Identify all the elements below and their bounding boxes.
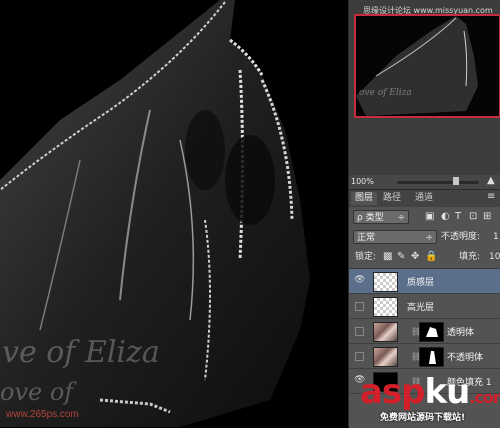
layer-row[interactable]: 👁 质感层 xyxy=(349,269,500,294)
filter-type-icon[interactable]: T xyxy=(455,210,461,224)
filter-shape-icon[interactable]: ⊡ xyxy=(469,210,477,224)
mask-shape xyxy=(429,351,436,364)
layer-row[interactable]: ⛓ 透明体 xyxy=(349,319,500,344)
panel-menu-icon[interactable]: ≡ xyxy=(487,190,495,204)
navigator-preview xyxy=(356,16,478,116)
opacity-value[interactable]: 1 xyxy=(493,230,499,244)
layer-mask-thumbnail[interactable] xyxy=(419,322,444,342)
watermark-brand: aspku.com xyxy=(360,372,500,412)
panel-tabs: 图层 路径 通道 ≡ xyxy=(349,189,500,207)
lock-label: 锁定: xyxy=(355,252,377,262)
watermark-brand-b: ku xyxy=(424,372,471,412)
layer-name[interactable]: 透明体 xyxy=(447,325,474,338)
blend-row: 正常 ÷ 不透明度: 1 xyxy=(349,227,500,247)
canvas-overlay-text-2: ove of xyxy=(0,378,74,406)
fill-value[interactable]: 10 xyxy=(489,250,500,264)
right-panel: 思缘设计论坛 www.missyuan.com ove of Eliza 100… xyxy=(348,0,500,428)
zoom-slider-thumb[interactable] xyxy=(453,177,459,185)
zoom-slider[interactable] xyxy=(397,181,479,184)
layer-name[interactable]: 高光层 xyxy=(407,300,434,313)
filter-kind-arrow: ÷ xyxy=(397,213,405,223)
filter-kind-select[interactable]: ρ 类型 ÷ xyxy=(353,210,409,224)
layer-mask-thumbnail[interactable] xyxy=(419,347,444,367)
opacity-label: 不透明度: xyxy=(441,232,481,242)
zoom-row: 100% ▲ xyxy=(349,175,500,189)
zoom-in-icon[interactable]: ▲ xyxy=(487,175,495,186)
blend-mode-arrow: ÷ xyxy=(425,233,433,243)
eye-icon[interactable]: 👁 xyxy=(354,275,365,286)
lock-position-icon[interactable]: ✥ xyxy=(411,250,419,264)
zoom-value[interactable]: 100% xyxy=(351,177,374,186)
layer-thumbnail xyxy=(373,297,398,317)
filter-smart-object-icon[interactable]: ⊞ xyxy=(483,210,491,224)
fill-label: 填充: xyxy=(459,252,481,262)
layer-row[interactable]: ⛓ 不透明体 xyxy=(349,344,500,369)
mask-shape xyxy=(426,327,438,337)
visibility-toggle[interactable] xyxy=(355,327,364,336)
navigator-panel: 思缘设计论坛 www.missyuan.com ove of Eliza xyxy=(349,0,500,175)
visibility-toggle[interactable] xyxy=(355,302,364,311)
watermark-brand-a: asp xyxy=(360,372,426,412)
canvas-overlay-text: ve of Eliza xyxy=(2,335,160,370)
filter-kind-label: ρ 类型 xyxy=(357,213,384,223)
watermark-brand-c: .com xyxy=(469,388,500,407)
layer-name[interactable]: 不透明体 xyxy=(447,350,483,363)
lock-transparent-icon[interactable]: ▩ xyxy=(383,250,392,264)
navigator-thumbnail[interactable]: ove of Eliza xyxy=(354,14,500,118)
navigator-thumb-text: ove of Eliza xyxy=(359,88,412,98)
lock-all-icon[interactable]: 🔒 xyxy=(425,250,437,264)
filter-adjustment-icon[interactable]: ◐ xyxy=(441,210,450,224)
blend-mode-value: 正常 xyxy=(357,233,376,243)
visibility-toggle[interactable] xyxy=(355,352,364,361)
tab-channels[interactable]: 通道 xyxy=(411,192,437,205)
layer-thumbnail xyxy=(373,347,398,367)
blend-mode-select[interactable]: 正常 ÷ xyxy=(353,230,437,244)
layer-row[interactable]: 高光层 xyxy=(349,294,500,319)
lock-row: 锁定: ▩ ✎ ✥ 🔒 填充: 10 xyxy=(349,247,500,267)
lock-image-icon[interactable]: ✎ xyxy=(397,250,405,264)
layer-name[interactable]: 质感层 xyxy=(407,275,434,288)
layer-filter-row: ρ 类型 ÷ ▣ ◐ T ⊡ ⊞ xyxy=(349,207,500,227)
tab-paths[interactable]: 路径 xyxy=(379,192,405,205)
document-canvas[interactable]: ve of Eliza ove of www.265ps.com xyxy=(0,0,348,427)
watermark-subtitle: 免费网站源码下载站! xyxy=(380,413,466,423)
layer-thumbnail xyxy=(373,322,398,342)
watermark-left: www.265ps.com xyxy=(6,409,79,420)
watermark-right: aspku.com 免费网站源码下载站! xyxy=(360,372,500,427)
filter-pixel-icon[interactable]: ▣ xyxy=(425,210,434,224)
tab-layers[interactable]: 图层 xyxy=(351,192,378,205)
layer-thumbnail xyxy=(373,272,398,292)
